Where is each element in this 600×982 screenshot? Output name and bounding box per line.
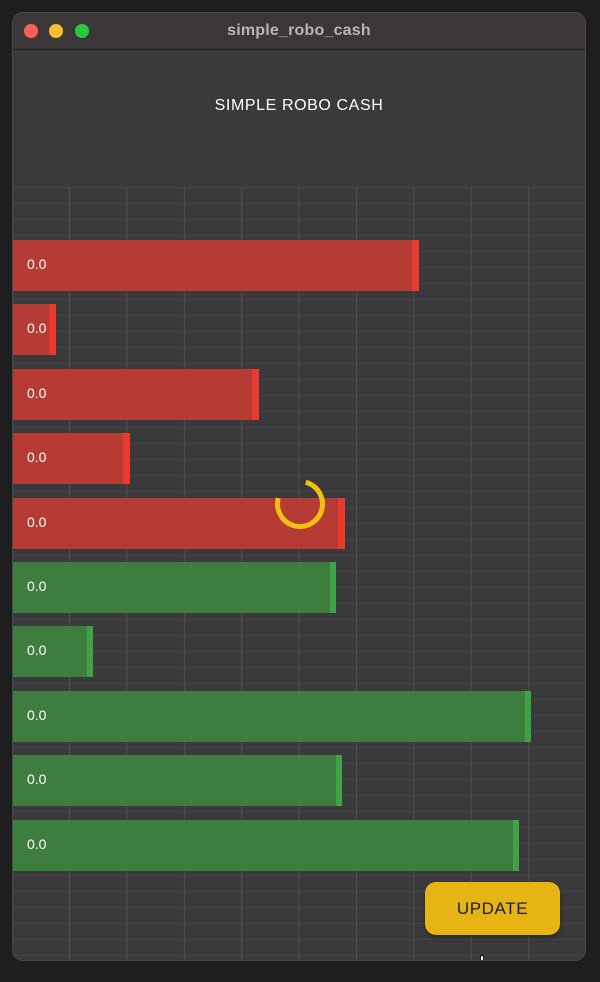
value-bar: 0.0 xyxy=(13,240,419,291)
bar-chart-area: 0.0 0.0 0.0 0.0 0.0 0.0 0.0 0.0 0.0 0.0 xyxy=(13,187,585,960)
page-title: SIMPLE ROBO CASH xyxy=(214,97,384,114)
value-bar: 0.0 xyxy=(13,304,56,355)
value-bar: 0.0 xyxy=(13,691,531,742)
value-bar: 0.0 xyxy=(13,369,259,420)
update-button[interactable]: UPDATE xyxy=(425,882,560,935)
title-bar: simple_robo_cash xyxy=(13,13,585,50)
bar-value-label: 0.0 xyxy=(27,385,47,401)
hand-cursor-icon xyxy=(480,954,485,960)
bar-value-label: 0.0 xyxy=(27,642,47,658)
value-bar: 0.0 xyxy=(13,755,342,806)
value-bar: 0.0 xyxy=(13,626,93,677)
window-title: simple_robo_cash xyxy=(227,22,371,39)
bar-value-label: 0.0 xyxy=(27,514,47,530)
bar-value-label: 0.0 xyxy=(27,256,47,272)
bar-value-label: 0.0 xyxy=(27,449,47,465)
bar-value-label: 0.0 xyxy=(27,771,47,787)
app-window: simple_robo_cash SIMPLE ROBO CASH 0.0 0.0… xyxy=(13,13,585,960)
value-bar: 0.0 xyxy=(13,562,336,613)
bar-value-label: 0.0 xyxy=(27,707,47,723)
bar-value-label: 0.0 xyxy=(27,836,47,852)
value-bar: 0.0 xyxy=(13,820,519,871)
bar-value-label: 0.0 xyxy=(27,320,47,336)
app-content: SIMPLE ROBO CASH 0.0 0.0 0.0 0.0 0.0 0.0 0.0 0.… xyxy=(13,50,585,960)
bar-value-label: 0.0 xyxy=(27,578,47,594)
value-bar: 0.0 xyxy=(13,433,130,484)
